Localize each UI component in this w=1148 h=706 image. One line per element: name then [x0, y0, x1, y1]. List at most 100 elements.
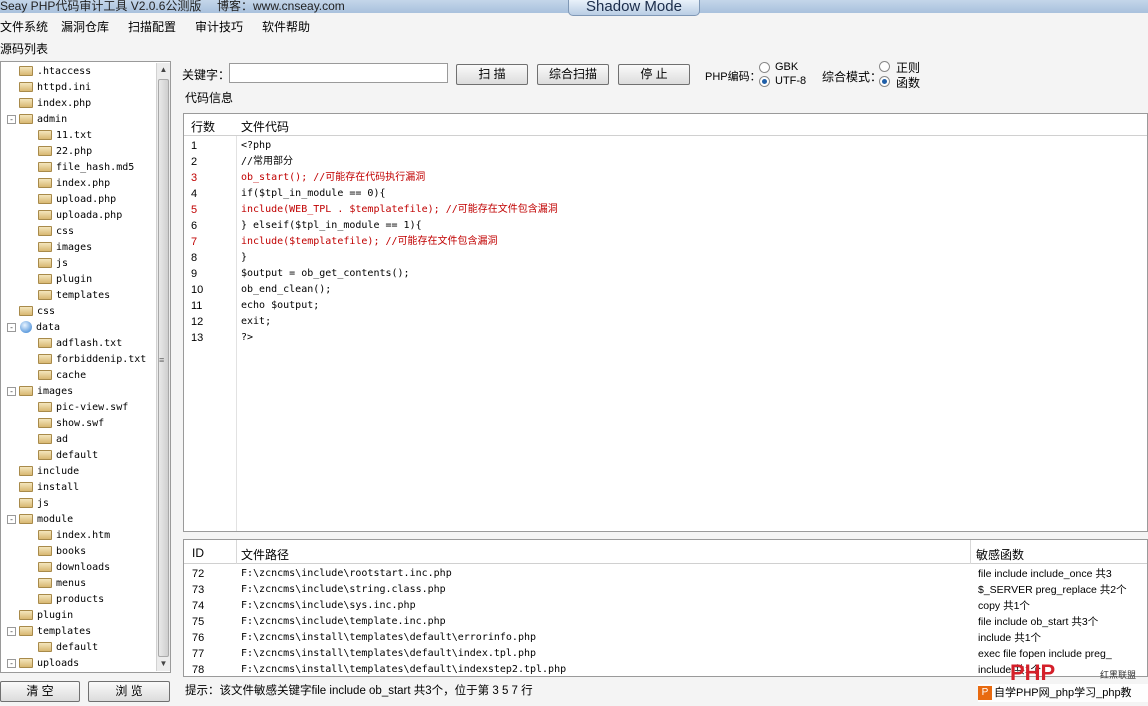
tree-item[interactable]: .htaccess	[7, 63, 91, 79]
collapse-toggle-icon[interactable]: -	[7, 386, 16, 396]
tree-item[interactable]: css	[7, 303, 55, 319]
code-line[interactable]: 8}	[184, 250, 1147, 266]
scroll-up-arrow-icon[interactable]: ▲	[157, 63, 170, 77]
table-row[interactable]: 74 F:\zcncms\include\sys.inc.php copy 共1个	[184, 598, 1147, 614]
result-id: 77	[192, 648, 205, 660]
tree-item[interactable]: 22.php	[26, 143, 92, 159]
tree-item[interactable]: - images	[7, 383, 73, 399]
tree-item[interactable]: menus	[26, 575, 86, 591]
stop-button[interactable]: 停 止	[618, 64, 690, 85]
tree-item[interactable]: - module	[7, 511, 73, 527]
tree-item[interactable]: uploada.php	[26, 207, 122, 223]
header-divider[interactable]	[970, 540, 971, 564]
scroll-thumb[interactable]	[158, 79, 169, 657]
source-tree[interactable]: .htaccess httpd.ini index.php - admin 11.txt 2…	[0, 61, 171, 673]
tree-item[interactable]: show.swf	[26, 415, 104, 431]
tree-item[interactable]: - data	[7, 319, 60, 335]
id-column-header[interactable]: ID	[192, 546, 204, 560]
radio-function[interactable]	[879, 76, 890, 87]
code-line[interactable]: 2 //常用部分	[184, 154, 1147, 170]
table-row[interactable]: 77 F:\zcncms\install\templates\default\in…	[184, 646, 1147, 662]
tree-item[interactable]: pic-view.swf	[26, 399, 128, 415]
code-line[interactable]: 5 include(WEB_TPL . $templatefile); //可能存…	[184, 202, 1147, 218]
menu-audit-tips[interactable]: 审计技巧	[195, 18, 243, 35]
tree-item[interactable]: plugin	[26, 271, 92, 287]
collapse-toggle-icon[interactable]: -	[7, 514, 16, 524]
scan-button[interactable]: 扫 描	[456, 64, 528, 85]
table-row[interactable]: 75 F:\zcncms\include\template.inc.php file…	[184, 614, 1147, 630]
radio-utf8[interactable]	[759, 76, 770, 87]
menu-help[interactable]: 软件帮助	[262, 18, 310, 35]
watermark-caption: P 自学PHP网_php学习_php教	[978, 684, 1148, 702]
tree-item[interactable]: upload.php	[26, 191, 116, 207]
tree-item-label: show.swf	[56, 417, 105, 429]
collapse-toggle-icon[interactable]: -	[7, 658, 16, 668]
code-line[interactable]: 10 ob_end_clean();	[184, 282, 1147, 298]
tree-item[interactable]: products	[26, 591, 104, 607]
line-column-header[interactable]: 行数	[191, 118, 215, 135]
code-line[interactable]: 7 include($templatefile); //可能存在文件包含漏洞	[184, 234, 1147, 250]
menu-scan-config[interactable]: 扫描配置	[128, 18, 176, 35]
tree-item[interactable]: index.php	[26, 175, 110, 191]
collapse-toggle-icon[interactable]: -	[7, 114, 16, 124]
tree-item[interactable]: default	[26, 447, 98, 463]
tree-item-label: file_hash.md5	[56, 161, 135, 173]
table-row[interactable]: 78 F:\zcncms\install\templates\default\in…	[184, 662, 1147, 676]
tree-item[interactable]: adflash.txt	[26, 335, 122, 351]
code-view[interactable]: 行数 文件代码 1 <?php 2 //常用部分 3 ob_start(); //可能存在…	[183, 113, 1148, 532]
clear-button[interactable]: 清 空	[0, 681, 80, 702]
tree-item[interactable]: js	[7, 495, 49, 511]
code-line[interactable]: 12 exit;	[184, 314, 1147, 330]
folder-icon	[38, 594, 52, 604]
tree-item[interactable]: templates	[26, 287, 110, 303]
radio-gbk[interactable]	[759, 62, 770, 73]
code-line[interactable]: 4 if($tpl_in_module == 0){	[184, 186, 1147, 202]
full-scan-button[interactable]: 综合扫描	[537, 64, 609, 85]
tree-item[interactable]: ad	[26, 431, 68, 447]
scroll-down-arrow-icon[interactable]: ▼	[157, 657, 170, 671]
tree-item[interactable]: images	[26, 239, 92, 255]
tree-item[interactable]: index.php	[7, 95, 91, 111]
func-column-header[interactable]: 敏感函数	[976, 546, 1024, 563]
tree-item[interactable]: cache	[26, 367, 86, 383]
shadow-mode-button[interactable]: Shadow Mode	[568, 0, 700, 16]
code-line[interactable]: 9 $output = ob_get_contents();	[184, 266, 1147, 282]
tree-item[interactable]: - templates	[7, 623, 91, 639]
header-divider[interactable]	[236, 540, 237, 564]
tree-item[interactable]: include	[7, 463, 79, 479]
code-line[interactable]: 11 echo $output;	[184, 298, 1147, 314]
code-column-header[interactable]: 文件代码	[241, 118, 289, 135]
tree-item[interactable]: install	[7, 479, 79, 495]
code-line[interactable]: 13 ?>	[184, 330, 1147, 346]
tree-item[interactable]: file_hash.md5	[26, 159, 134, 175]
tree-item[interactable]: plugin	[7, 607, 73, 623]
code-line[interactable]: 3 ob_start(); //可能存在代码执行漏洞	[184, 170, 1147, 186]
tree-item[interactable]: httpd.ini	[7, 79, 91, 95]
tree-item[interactable]: - admin	[7, 111, 67, 127]
keyword-input[interactable]	[229, 63, 448, 83]
code-line[interactable]: 1 <?php	[184, 138, 1147, 154]
code-line[interactable]: 6} elseif($tpl_in_module == 1){	[184, 218, 1147, 234]
tree-item[interactable]: books	[26, 543, 86, 559]
table-row[interactable]: 72 F:\zcncms\include\rootstart.inc.php fil…	[184, 566, 1147, 582]
menu-vuln-repo[interactable]: 漏洞仓库	[61, 18, 109, 35]
radio-regex[interactable]	[879, 61, 890, 72]
tree-item[interactable]: 11.txt	[26, 127, 92, 143]
collapse-toggle-icon[interactable]: -	[7, 626, 16, 636]
tree-item[interactable]: downloads	[26, 559, 110, 575]
menu-file-system[interactable]: 文件系统	[0, 18, 48, 35]
table-row[interactable]: 73 F:\zcncms\include\string.class.php $_SE…	[184, 582, 1147, 598]
tree-item[interactable]: forbiddenip.txt	[26, 351, 146, 367]
line-number: 1	[191, 140, 198, 152]
tree-item[interactable]: - uploads	[7, 655, 79, 671]
path-column-header[interactable]: 文件路径	[241, 546, 289, 563]
browse-button[interactable]: 浏 览	[88, 681, 170, 702]
tree-item[interactable]: js	[26, 255, 68, 271]
tree-scrollbar[interactable]: ▲ ≡ ▼	[156, 63, 170, 671]
tree-item[interactable]: css	[26, 223, 74, 239]
table-row[interactable]: 76 F:\zcncms\install\templates\default\er…	[184, 630, 1147, 646]
collapse-toggle-icon[interactable]: -	[7, 322, 16, 332]
results-table[interactable]: ID 文件路径 敏感函数 72 F:\zcncms\include\rootsta…	[183, 539, 1148, 677]
tree-item[interactable]: index.htm	[26, 527, 110, 543]
tree-item[interactable]: default	[26, 639, 98, 655]
